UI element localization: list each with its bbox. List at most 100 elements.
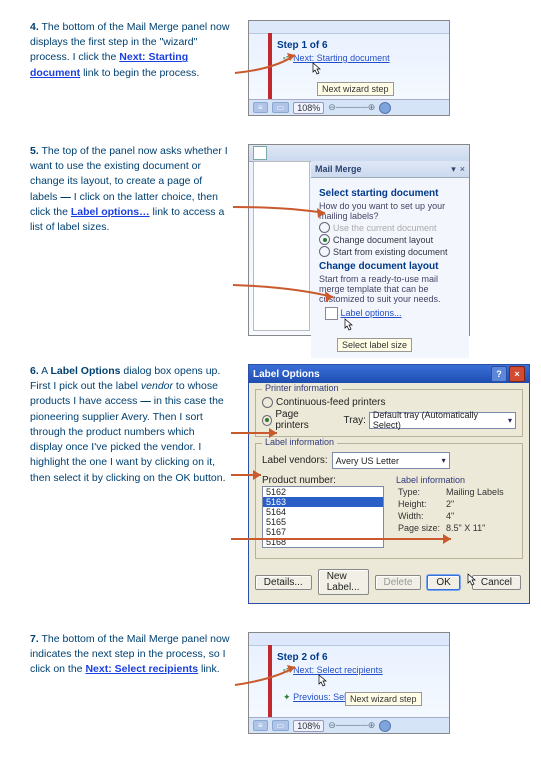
step-7-text: 7. The bottom of the Mail Merge panel no… [30, 632, 230, 678]
info-type-l: Type: [398, 487, 444, 497]
step-4-body-b: link to begin the process. [80, 67, 199, 79]
radio-from-existing[interactable]: Start from existing document [319, 246, 461, 257]
wizard-pane: Step 1 of 6 ➪ Next: Starting document Ne… [275, 34, 439, 100]
wizard-tooltip: Next wizard step [317, 82, 394, 96]
list-item[interactable]: 5167 [263, 527, 383, 537]
status-icon: ≡ [253, 720, 268, 731]
link-label-options-shot[interactable]: Label options... [341, 308, 402, 318]
chevron-down-icon: ▾ [442, 456, 446, 465]
label-tooltip: Select label size [337, 338, 412, 352]
printer-info-group: Printer information Continuous-feed prin… [255, 389, 523, 437]
delete-button[interactable]: Delete [375, 575, 422, 590]
label-details-title: Label information [396, 475, 510, 485]
dash: — [60, 191, 71, 203]
details-button[interactable]: Details... [255, 575, 312, 590]
tray-select[interactable]: Default tray (Automatically Select)▾ [369, 412, 516, 429]
wizard-step-label: Step 1 of 6 [277, 40, 437, 51]
step-4-text: 4. The bottom of the Mail Merge panel no… [30, 20, 230, 81]
step-7: 7. The bottom of the Mail Merge panel no… [30, 632, 511, 734]
info-type-v: Mailing Labels [446, 487, 508, 497]
chevron-down-icon[interactable]: ▾ [451, 164, 456, 175]
link-label-options[interactable]: Label options… [71, 206, 150, 218]
opt-cont-label: Continuous-feed printers [276, 397, 386, 408]
t6d: in this case the pioneering supplier Ave… [30, 395, 226, 483]
step-7-screenshot: Step 2 of 6 ➪ Next: Select recipients ✦ … [248, 632, 450, 734]
cursor-pointer-icon [317, 676, 329, 690]
t6bolda: Label Options [50, 365, 120, 377]
question-text: How do you want to set up your mailing l… [319, 201, 461, 221]
t7b: link. [198, 663, 220, 675]
label-info-legend: Label information [262, 437, 337, 447]
red-margin-stripe [268, 645, 272, 718]
vendors-label: Label vendors: [262, 455, 328, 466]
dialog-titlebar: Label Options ? × [249, 365, 529, 383]
step-5: 5. The top of the panel now asks whether… [30, 144, 511, 336]
info-ps-l: Page size: [398, 523, 444, 533]
status-icon: ▭ [272, 720, 290, 731]
red-margin-stripe [268, 33, 272, 100]
tray-value: Default tray (Automatically Select) [373, 410, 505, 430]
link-next-recipients-shot[interactable]: Next: Select recipients [293, 665, 383, 675]
list-item[interactable]: 5165 [263, 517, 383, 527]
section-change-layout: Change document layout [319, 261, 461, 272]
taskpane-title-text: Mail Merge [315, 164, 362, 174]
chevron-down-icon: ▾ [508, 416, 512, 425]
cursor-pointer-icon [343, 320, 355, 334]
panel-header [249, 145, 469, 162]
radio-continuous[interactable]: Continuous-feed printers [262, 397, 516, 408]
wizard-pane: Step 2 of 6 ➪ Next: Select recipients ✦ … [275, 646, 439, 707]
link-next-recipients[interactable]: Next: Select recipients [85, 663, 198, 675]
bullet-arrow-icon: ➪ [283, 53, 291, 63]
cursor-pointer-icon [311, 64, 323, 78]
product-number-label: Product number: [262, 475, 384, 486]
ribbon-header [249, 633, 449, 646]
list-item[interactable]: 5163 [263, 497, 383, 507]
word-icon [253, 146, 267, 160]
status-icon: ▭ [272, 102, 290, 113]
opt1-label: Use the current document [333, 223, 437, 233]
radio-change-layout[interactable]: Change document layout [319, 234, 461, 245]
label-icon [325, 307, 338, 320]
radio-page[interactable]: Page printers Tray: Default tray (Automa… [262, 409, 516, 431]
radio-use-current[interactable]: Use the current document [319, 222, 461, 233]
info-w-l: Width: [398, 511, 444, 521]
step-6-number: 6. [30, 365, 39, 377]
taskpane-body: Select starting document How do you want… [311, 178, 469, 358]
product-number-block: Product number: 516251635164516551675168 [262, 475, 384, 548]
step-4-screenshot: Step 1 of 6 ➪ Next: Starting document Ne… [248, 20, 450, 116]
list-item[interactable]: 5164 [263, 507, 383, 517]
zoom-percent[interactable]: 108% [293, 102, 324, 114]
help-button[interactable]: ? [491, 366, 507, 382]
task-pane: Mail Merge ▾ × Select starting document … [311, 161, 469, 335]
info-w-v: 4" [446, 511, 508, 521]
layout-desc: Start from a ready-to-use mail merge tem… [319, 274, 461, 304]
close-button[interactable]: × [509, 366, 525, 382]
cancel-button[interactable]: Cancel [472, 575, 521, 590]
list-item[interactable]: 5162 [263, 487, 383, 497]
status-bar: ≡ ▭ 108% ⊖─────⊕ [249, 99, 449, 115]
vendors-select[interactable]: Avery US Letter▾ [332, 452, 450, 469]
step-5-text: 5. The top of the panel now asks whether… [30, 144, 230, 235]
close-icon[interactable]: × [460, 164, 465, 174]
list-item[interactable]: 5168 [263, 537, 383, 547]
bullet-arrow-icon: ➪ [283, 665, 291, 675]
section-select-document: Select starting document [319, 188, 461, 199]
step-4-number: 4. [30, 21, 39, 33]
status-dot [379, 102, 391, 114]
new-label-button[interactable]: New Label... [318, 569, 369, 595]
dialog-buttons: Details... New Label... Delete OK Cancel [249, 565, 529, 603]
step-5-number: 5. [30, 145, 39, 157]
product-listbox[interactable]: 516251635164516551675168 [262, 486, 384, 548]
status-dot [379, 720, 391, 732]
opt2-label: Change document layout [333, 235, 433, 245]
step-4: 4. The bottom of the Mail Merge panel no… [30, 20, 511, 116]
status-bar: ≡ ▭ 108% ⊖─────⊕ [249, 717, 449, 733]
link-next-starting-document-shot[interactable]: Next: Starting document [293, 53, 390, 63]
zoom-percent[interactable]: 108% [293, 720, 324, 732]
opt-page-label: Page printers [275, 409, 330, 431]
ok-button[interactable]: OK [427, 575, 459, 590]
dialog-title: Label Options [253, 369, 320, 380]
step-7-number: 7. [30, 633, 39, 645]
step-6-text: 6. A Label Options dialog box opens up. … [30, 364, 230, 486]
wizard-tooltip: Next wizard step [345, 692, 422, 706]
